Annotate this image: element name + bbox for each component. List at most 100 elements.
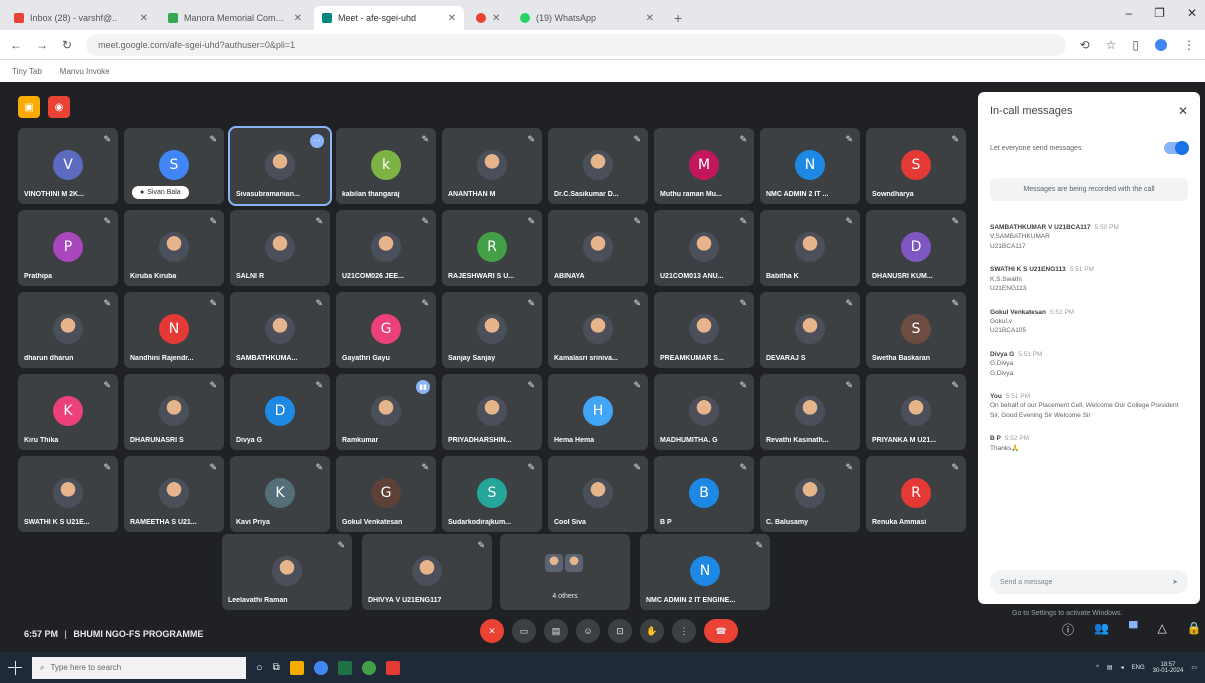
close-icon[interactable]: ✕: [448, 13, 456, 24]
participant-tile[interactable]: S ✎ Swetha Baskaran: [866, 292, 966, 368]
participant-tile[interactable]: D ✎ Divya G: [230, 374, 330, 450]
participant-tile[interactable]: ✎ MADHUMITHA. G: [654, 374, 754, 450]
participant-tile[interactable]: M ✎ Muthu raman Mu...: [654, 128, 754, 204]
participant-tile[interactable]: ✎ Kiruba Kiruba: [124, 210, 224, 286]
bookmark-item[interactable]: Manvu Invoke: [60, 67, 110, 76]
tab-gmail[interactable]: Inbox (28) - varshf@.. ✕: [6, 6, 156, 30]
captions-button[interactable]: ▤: [544, 619, 568, 643]
activity-icon[interactable]: ▣: [18, 96, 40, 118]
participant-tile[interactable]: ✎ ANANTHAN M: [442, 128, 542, 204]
participant-tile[interactable]: S ✎ Sowndharya: [866, 128, 966, 204]
participant-tile[interactable]: H ✎ Hema Hema: [548, 374, 648, 450]
bookmark-item[interactable]: Tiny Tab: [12, 67, 42, 76]
participant-tile[interactable]: ✎ Sanjay Sanjay: [442, 292, 542, 368]
participant-tile[interactable]: ✎ U21COM013 ANU...: [654, 210, 754, 286]
participant-tile[interactable]: ✎ Revathi Kasinath...: [760, 374, 860, 450]
participant-tile[interactable]: P ✎ Prathipa: [18, 210, 118, 286]
close-icon[interactable]: ✕: [140, 13, 148, 24]
activities-icon[interactable]: △: [1157, 621, 1166, 638]
participant-tile[interactable]: ✎ PREAMKUMAR S...: [654, 292, 754, 368]
notifications-icon[interactable]: ▭: [1191, 664, 1197, 671]
close-icon[interactable]: ✕: [294, 13, 302, 24]
network-icon[interactable]: ▤: [1107, 664, 1113, 671]
participant-tile[interactable]: N ✎ Nandhini Rajendr...: [124, 292, 224, 368]
participant-tile[interactable]: ✎ SAMBATHKUMA...: [230, 292, 330, 368]
tab-recording[interactable]: ✕: [468, 6, 508, 30]
participant-tile[interactable]: ✎ Cool Siva: [548, 456, 648, 532]
forward-icon[interactable]: →: [36, 38, 48, 52]
participant-tile[interactable]: ✎ DHARUNASRI S: [124, 374, 224, 450]
host-controls-icon[interactable]: 🔒: [1187, 621, 1202, 638]
participant-tile[interactable]: G ✎ Gokul Venkatesan: [336, 456, 436, 532]
app-icon[interactable]: [361, 660, 376, 675]
participant-tile[interactable]: V ✎ VINOTHINI M 2K...: [18, 128, 118, 204]
participant-tile[interactable]: ✎ Leelavathi Raman: [222, 534, 352, 610]
url-field[interactable]: meet.google.com/afe-sgei-uhd?authuser=0&…: [86, 33, 1066, 56]
participant-tile[interactable]: N ✎ NMC ADMIN 2 IT ENGINE...: [640, 534, 770, 610]
participant-tile[interactable]: G ✎ Gayathri Gayu: [336, 292, 436, 368]
participant-tile[interactable]: N ✎ NMC ADMIN 2 IT ...: [760, 128, 860, 204]
participant-tile[interactable]: ✎ ABINAYA: [548, 210, 648, 286]
app-icon[interactable]: [385, 660, 400, 675]
send-icon[interactable]: ➤: [1172, 578, 1178, 586]
participant-tile[interactable]: D ✎ DHANUSRI KUM...: [866, 210, 966, 286]
mic-off-button[interactable]: ✕: [480, 619, 504, 643]
participant-tile[interactable]: ✎ U21COM026 JEE...: [336, 210, 436, 286]
participant-tile[interactable]: R ✎ Renuka Ammasi: [866, 456, 966, 532]
taskbar-search[interactable]: ⌕ Type here to search: [32, 656, 246, 679]
emoji-button[interactable]: ☺: [576, 619, 600, 643]
tab-meet[interactable]: Meet - afe-sgei-uhd ✕: [314, 6, 464, 30]
camera-button[interactable]: ▭: [512, 619, 536, 643]
participant-tile[interactable]: k ✎ kabilan thangaraj: [336, 128, 436, 204]
participant-tile[interactable]: ✎ Babitha K: [760, 210, 860, 286]
participant-tile[interactable]: ✎ RAMEETHA S U21...: [124, 456, 224, 532]
participant-tile[interactable]: ⋯ Sivasubramanian...: [228, 126, 332, 206]
participant-tile[interactable]: ✎ dharun dharun: [18, 292, 118, 368]
people-icon[interactable]: 👥: [1094, 621, 1109, 638]
participant-tile[interactable]: ✎ Dr.C.Sasikumar D...: [548, 128, 648, 204]
participant-tile[interactable]: K ✎ Kavi Priya: [230, 456, 330, 532]
volume-icon[interactable]: ◂: [1121, 664, 1124, 671]
participant-tile[interactable]: ▮▮ Ramkumar: [336, 374, 436, 450]
info-icon[interactable]: ⓘ: [1062, 621, 1074, 638]
participant-tile[interactable]: R ✎ RAJESHWARI S U...: [442, 210, 542, 286]
participant-tile[interactable]: S ✎ ● Sivan Bala: [124, 128, 224, 204]
menu-icon[interactable]: ⋮: [1183, 38, 1195, 52]
present-button[interactable]: ⊡: [608, 619, 632, 643]
language-label[interactable]: ENG: [1132, 665, 1145, 671]
windows-start-icon[interactable]: [8, 660, 22, 675]
task-view-icon[interactable]: ⧉: [273, 662, 280, 673]
others-tile[interactable]: 4 others: [500, 534, 630, 610]
participant-tile[interactable]: ✎ DEVARAJ S: [760, 292, 860, 368]
chevron-up-icon[interactable]: ^: [1096, 665, 1099, 671]
participant-tile[interactable]: ✎ PRIYADHARSHIN...: [442, 374, 542, 450]
tab-whatsapp[interactable]: (19) WhatsApp ✕: [512, 6, 662, 30]
participant-tile[interactable]: ✎ SALNI R: [230, 210, 330, 286]
participant-tile[interactable]: ✎ DHIVYA V U21ENG117: [362, 534, 492, 610]
recording-icon[interactable]: ◉: [48, 96, 70, 118]
messages-toggle[interactable]: [1164, 141, 1189, 155]
close-icon[interactable]: ✕: [1178, 104, 1188, 118]
participant-tile[interactable]: K ✎ Kiru Thika: [18, 374, 118, 450]
cortana-icon[interactable]: ○: [256, 662, 263, 674]
translate-icon[interactable]: ⟲: [1080, 38, 1090, 52]
close-icon[interactable]: ✕: [646, 13, 654, 24]
chrome-icon[interactable]: [313, 660, 328, 675]
minimize-icon[interactable]: –: [1125, 6, 1132, 20]
participant-tile[interactable]: ✎ Kamalasri sriniva...: [548, 292, 648, 368]
file-explorer-icon[interactable]: [289, 660, 304, 675]
participant-tile[interactable]: ✎ C. Balusamy: [760, 456, 860, 532]
more-options-button[interactable]: ⋮: [672, 619, 696, 643]
raise-hand-button[interactable]: ✋: [640, 619, 664, 643]
participant-tile[interactable]: B ✎ B P: [654, 456, 754, 532]
reload-icon[interactable]: ↻: [62, 38, 72, 52]
excel-icon[interactable]: [337, 660, 352, 675]
close-icon[interactable]: ✕: [1187, 6, 1197, 20]
close-icon[interactable]: ✕: [492, 13, 500, 24]
chat-icon[interactable]: ▀: [1129, 621, 1138, 638]
restore-icon[interactable]: ❐: [1154, 6, 1165, 20]
profile-avatar[interactable]: [1155, 38, 1167, 51]
back-icon[interactable]: ←: [10, 38, 22, 52]
participant-tile[interactable]: S ✎ Sudarkodirajkum...: [442, 456, 542, 532]
more-options-icon[interactable]: ⋯: [310, 134, 324, 148]
